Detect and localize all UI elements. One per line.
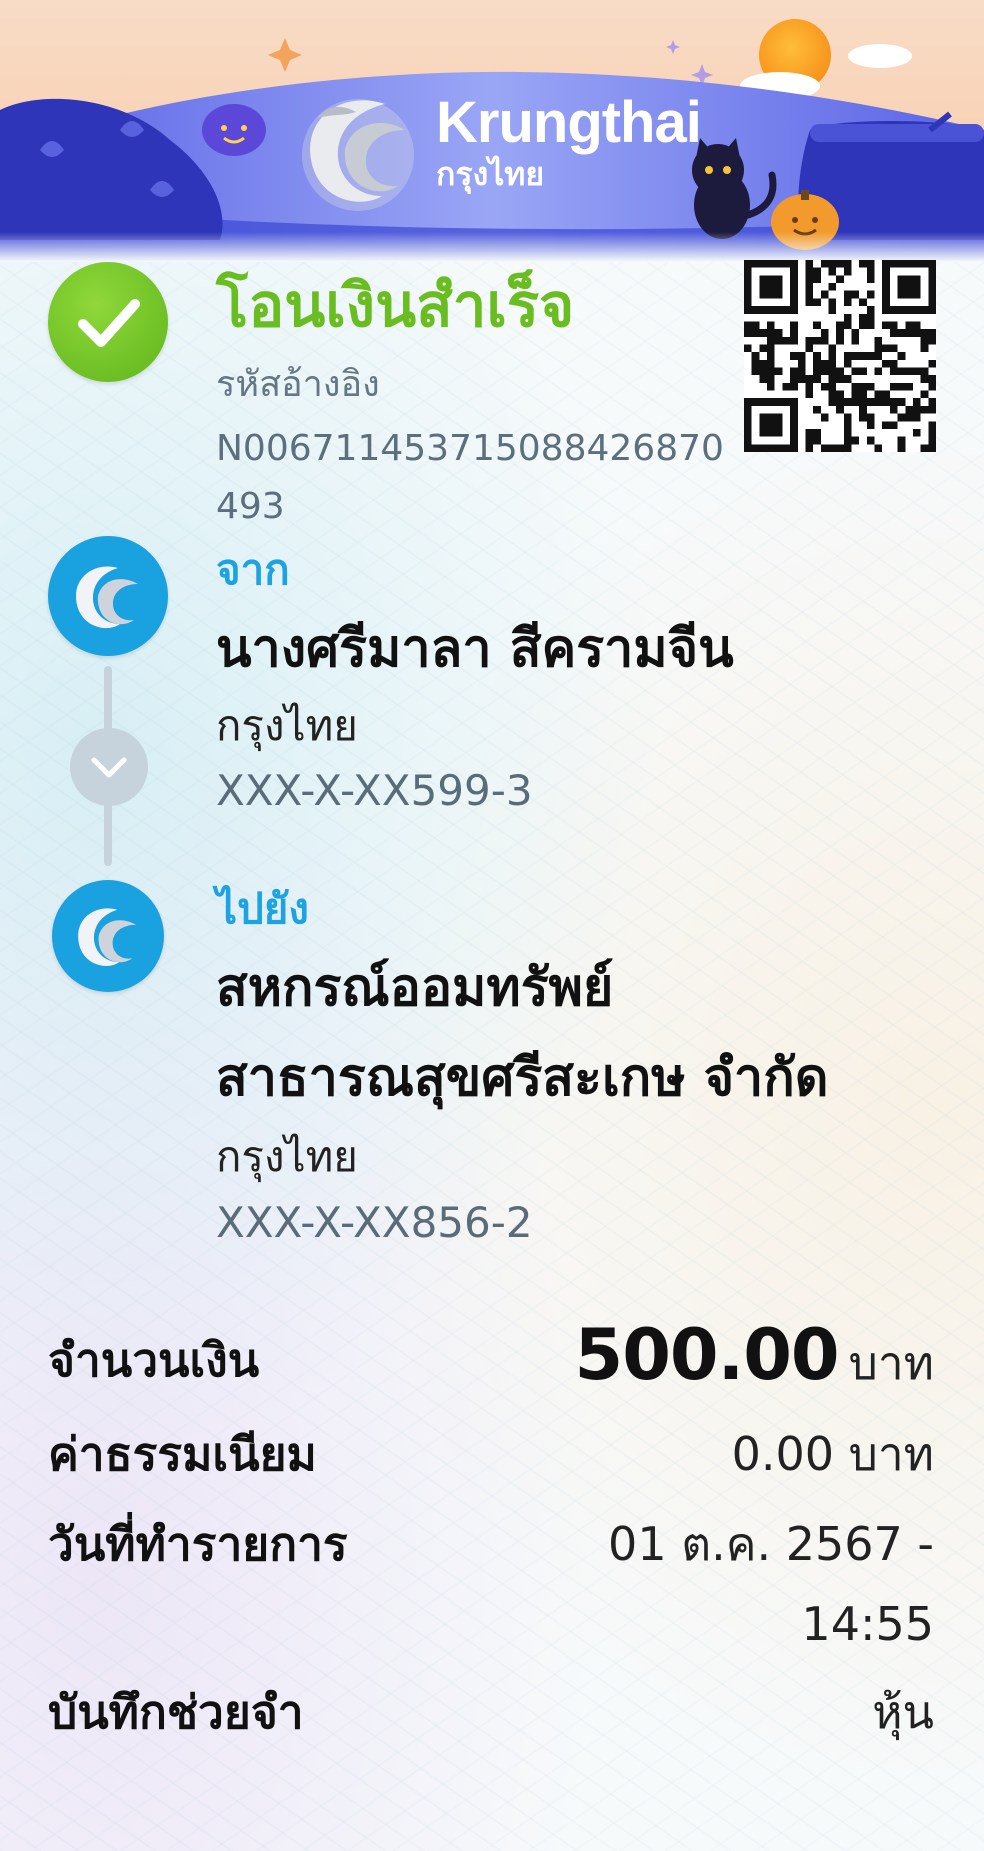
qr-code-icon[interactable] <box>744 260 936 452</box>
receiver-bank-name: กรุงไทย <box>216 1132 358 1181</box>
brand-name-th: กรุงไทย <box>436 155 545 193</box>
reference-number: N006711453715088426870493 <box>216 428 724 527</box>
memo-label: บันทึกช่วยจำ <box>48 1685 304 1739</box>
amount-label: จำนวนเงิน <box>48 1333 260 1387</box>
fee-label: ค่าธรรมเนียม <box>48 1427 317 1481</box>
header-banner: Krungthai กรุงไทย <box>0 0 984 262</box>
fee-value: 0.00 บาท <box>731 1427 934 1481</box>
receiver-account-number: XXX-X-XX856-2 <box>216 1198 533 1247</box>
krungthai-logo-icon <box>78 908 136 966</box>
success-badge <box>48 262 168 382</box>
sender-bank-name: กรุงไทย <box>216 701 358 750</box>
transfer-direction-badge <box>70 728 148 806</box>
transaction-time: 14:55 <box>801 1597 934 1651</box>
sender-name: นางศรีมาลา สีครามจีน <box>216 619 734 679</box>
brand-wordmark: Krungthai กรุงไทย <box>436 90 702 194</box>
check-icon <box>78 299 140 347</box>
receiver-bank-logo <box>52 880 164 992</box>
brand-name-en: Krungthai <box>436 90 702 155</box>
krungthai-emblem-icon <box>302 99 414 211</box>
chevron-down-icon <box>91 757 127 778</box>
to-label: ไปยัง <box>216 884 309 933</box>
transaction-date-label: วันที่ทำรายการ <box>48 1517 348 1571</box>
sender-account-number: XXX-X-XX599-3 <box>216 766 533 815</box>
from-label: จาก <box>216 545 290 594</box>
transfer-status-title: โอนเงินสำเร็จ <box>216 271 575 341</box>
memo-value: หุ้น <box>872 1685 934 1739</box>
amount-value: 500.00 บาท <box>575 1310 934 1408</box>
reference-label: รหัสอ้างอิง <box>216 364 380 405</box>
amount-number: 500.00 <box>574 1314 840 1396</box>
receiver-name-line2: สาธารณสุขศรีสะเกษ จำกัด <box>216 1048 829 1108</box>
krungthai-logo-icon <box>76 566 138 629</box>
receiver-name-line1: สหกรณ์ออมทรัพย์ <box>216 958 614 1018</box>
amount-currency: บาท <box>848 1336 934 1390</box>
transaction-date: 01 ต.ค. 2567 - <box>608 1517 934 1571</box>
sender-bank-logo <box>48 536 168 656</box>
